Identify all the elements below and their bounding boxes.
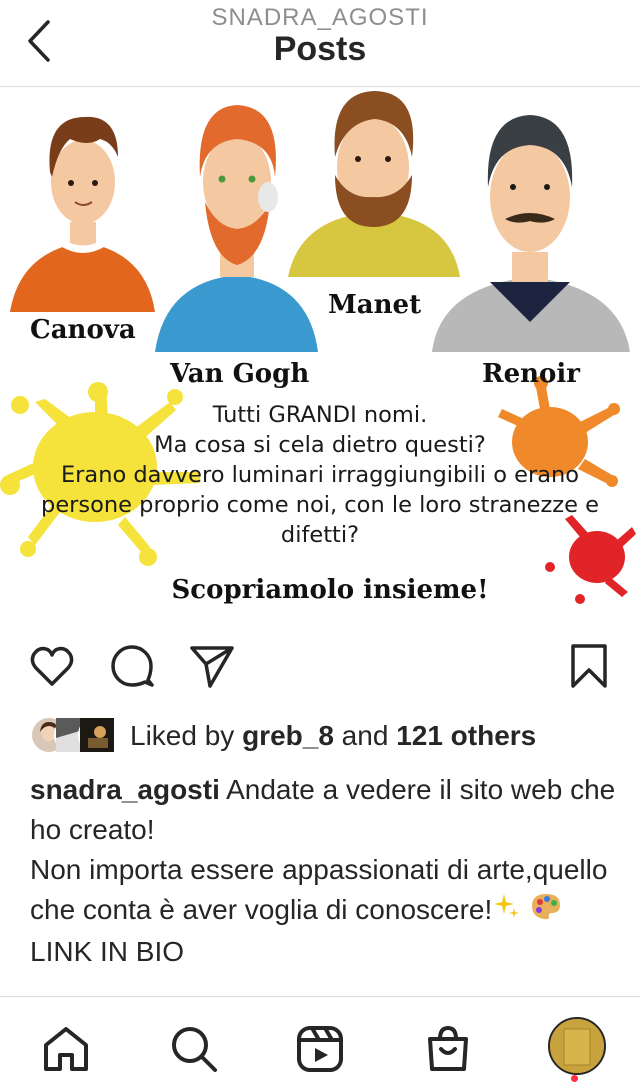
post-caption: snadra_agosti Andate a vedere il sito we… bbox=[30, 770, 620, 998]
paper-plane-icon[interactable] bbox=[188, 642, 236, 690]
renoir-portrait bbox=[432, 115, 630, 352]
top-bar: SNADRA_AGOSTI Posts bbox=[0, 0, 640, 87]
liked-by-user[interactable]: greb_8 bbox=[242, 720, 334, 751]
search-icon[interactable] bbox=[168, 1023, 220, 1075]
caption-link-text: LINK IN BIO bbox=[30, 936, 185, 968]
likes-others[interactable]: 121 others bbox=[396, 720, 536, 751]
likes-text: Liked by greb_8 and 121 others bbox=[130, 720, 536, 752]
profile-tab-avatar[interactable] bbox=[548, 1017, 606, 1075]
van-gogh-portrait bbox=[155, 105, 318, 352]
likes-row[interactable]: Liked by greb_8 and 121 others bbox=[30, 714, 630, 758]
canova-portrait bbox=[10, 116, 155, 312]
post-text-line: Ma cosa si cela dietro questi? bbox=[154, 432, 486, 458]
home-icon[interactable] bbox=[40, 1023, 92, 1075]
shop-bag-icon[interactable] bbox=[422, 1023, 474, 1075]
post-text-line: difetti? bbox=[280, 522, 360, 548]
sparkles-icon bbox=[492, 891, 522, 932]
bottom-tab-bar bbox=[0, 996, 640, 1087]
caption-username[interactable]: snadra_agosti bbox=[30, 774, 220, 805]
post-image[interactable]: Canova Van Gogh Manet Renoir Tutti GRAND… bbox=[0, 87, 640, 624]
heart-icon[interactable] bbox=[28, 642, 76, 690]
post-text-line: persone proprio come noi, con le loro st… bbox=[41, 492, 599, 518]
liker-avatars bbox=[30, 716, 122, 754]
post-text-line: Erano davvero luminari irraggiungibili o… bbox=[60, 462, 580, 488]
comment-icon[interactable] bbox=[108, 642, 156, 690]
post-actions-bar bbox=[0, 636, 640, 696]
manet-label: Manet bbox=[328, 290, 422, 320]
page-title: Posts bbox=[273, 30, 367, 68]
profile-username: SNADRA_AGOSTI bbox=[211, 4, 429, 31]
van-gogh-label: Van Gogh bbox=[170, 359, 310, 389]
likes-middle: and bbox=[333, 720, 397, 751]
post-call-to-action: Scopriamolo insieme! bbox=[171, 575, 489, 605]
manet-portrait bbox=[288, 91, 460, 277]
reels-icon[interactable] bbox=[294, 1023, 346, 1075]
renoir-label: Renoir bbox=[482, 359, 580, 389]
avatar bbox=[78, 716, 116, 754]
post-image-text: Tutti GRANDI nomi. Ma cosa si cela dietr… bbox=[10, 400, 630, 550]
canova-label: Canova bbox=[30, 315, 136, 345]
palette-icon bbox=[530, 891, 562, 932]
likes-prefix: Liked by bbox=[130, 720, 243, 751]
notification-dot bbox=[571, 1075, 578, 1082]
post-text-line: Tutti GRANDI nomi. bbox=[212, 402, 428, 428]
bookmark-icon[interactable] bbox=[565, 642, 613, 690]
